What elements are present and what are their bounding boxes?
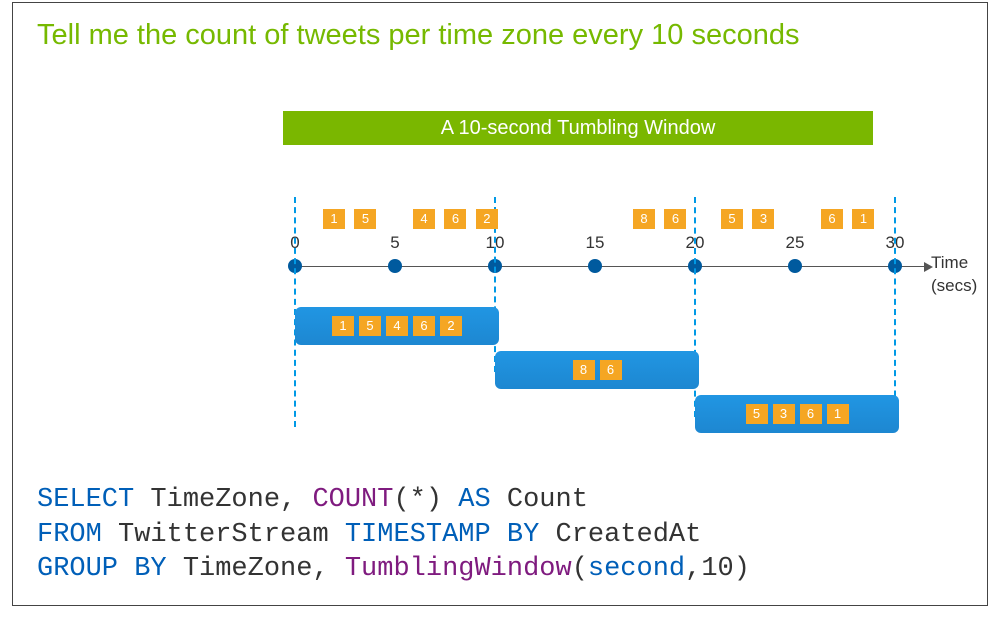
axis-title: Time [931,253,968,273]
event-chip: 6 [821,209,843,229]
window-chip: 5 [359,316,381,336]
window-chip: 4 [386,316,408,336]
window-chip: 1 [827,404,849,424]
event-chip: 1 [323,209,345,229]
sql-text: Count [491,485,588,515]
sql-text: CreatedAt [539,520,701,550]
sql-function: TumblingWindow [345,554,572,584]
event-chip: 1 [852,209,874,229]
sql-text: TimeZone, [167,554,345,584]
window-chip: 3 [773,404,795,424]
window-chip: 6 [600,360,622,380]
event-group: 1 5 [323,209,381,231]
diagram-area: A 10-second Tumbling Window Time (secs) … [283,111,943,441]
event-chip: 6 [664,209,686,229]
event-group: 4 6 2 [413,209,503,231]
window-chip: 6 [800,404,822,424]
sql-keyword: AS [458,485,490,515]
event-group: 5 3 [721,209,779,231]
sql-function: COUNT [312,485,393,515]
tick-dot [388,259,402,273]
window-chip: 8 [573,360,595,380]
sql-keyword: FROM [37,520,102,550]
sql-text: TimeZone, [134,485,312,515]
tick-label: 5 [390,233,399,253]
sql-text: ,10) [685,554,750,584]
sql-keyword: TIMESTAMP BY [345,520,539,550]
sql-text: (*) [393,485,458,515]
event-chip: 4 [413,209,435,229]
event-chip: 8 [633,209,655,229]
sql-text: ( [572,554,588,584]
window-result: 1 5 4 6 2 [295,307,499,345]
event-chip: 3 [752,209,774,229]
sql-text: TwitterStream [102,520,345,550]
window-chip: 5 [746,404,768,424]
event-chip: 2 [476,209,498,229]
window-result: 8 6 [495,351,699,389]
diagram-frame: Tell me the count of tweets per time zon… [12,2,988,606]
tick-dot [588,259,602,273]
event-chip: 5 [354,209,376,229]
window-chip: 1 [332,316,354,336]
time-axis [291,266,931,267]
window-chip: 2 [440,316,462,336]
window-chip: 6 [413,316,435,336]
tick-label: 15 [586,233,605,253]
sql-keyword: GROUP BY [37,554,167,584]
sql-keyword: SELECT [37,485,134,515]
axis-unit: (secs) [931,276,977,296]
event-chip: 5 [721,209,743,229]
tick-dot [788,259,802,273]
page-title: Tell me the count of tweets per time zon… [13,3,987,52]
event-chip: 6 [444,209,466,229]
window-result: 5 3 6 1 [695,395,899,433]
sql-keyword: second [588,554,685,584]
window-boundary [894,197,896,427]
sql-query: SELECT TimeZone, COUNT(*) AS Count FROM … [37,483,750,587]
event-group: 8 6 [633,209,691,231]
window-banner: A 10-second Tumbling Window [283,111,873,145]
event-group: 6 1 [821,209,879,231]
tick-label: 25 [786,233,805,253]
